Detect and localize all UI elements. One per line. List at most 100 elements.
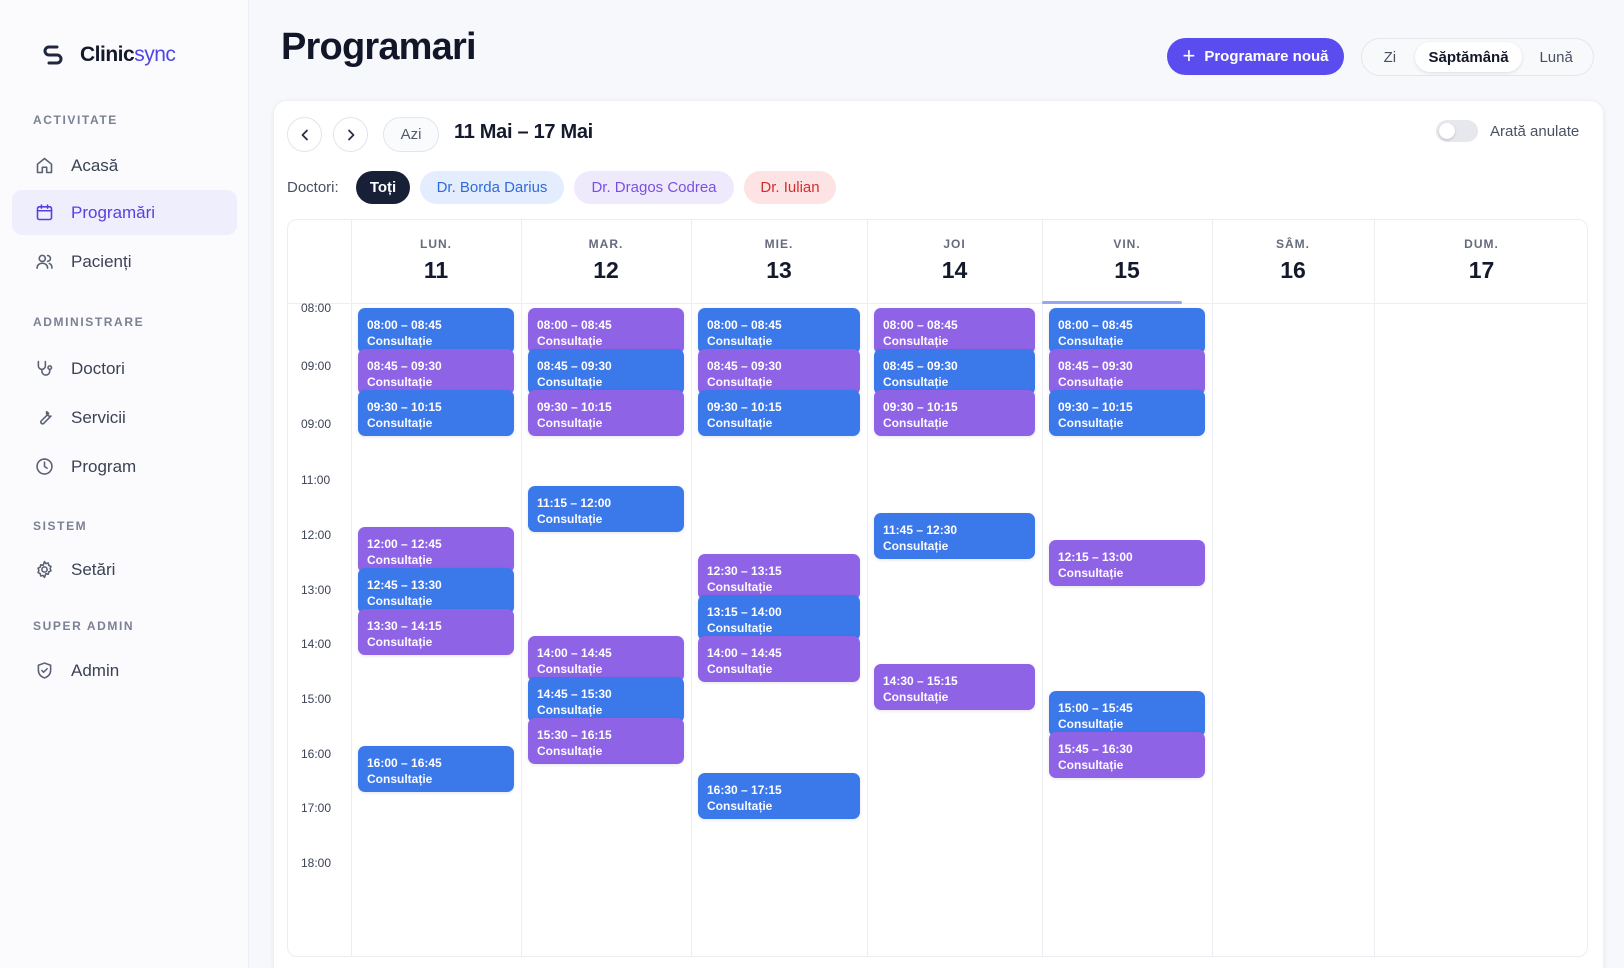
appointment-event[interactable]: 09:30 – 10:15 Consultație bbox=[358, 390, 514, 437]
sidebar-item-doctori[interactable]: Doctori bbox=[12, 346, 237, 391]
show-cancelled-toggle[interactable] bbox=[1436, 120, 1478, 142]
time-slot-label: 18:00 bbox=[301, 856, 332, 870]
appointment-event[interactable]: 13:15 – 14:00 Consultație bbox=[698, 595, 860, 642]
appointment-event[interactable]: 15:45 – 16:30 Consultație bbox=[1049, 731, 1205, 778]
day-header[interactable]: LUN. 11 bbox=[351, 220, 521, 303]
appointment-event[interactable]: 14:30 – 15:15 Consultație bbox=[874, 663, 1035, 710]
day-date: 16 bbox=[1280, 257, 1306, 283]
week-calendar-grid: LUN. 11 MAR. 12 MIE. 13 JOI 14 VIN. 15 SÂM. 16 DUM. 1… bbox=[287, 219, 1588, 957]
appointment-event[interactable]: 15:00 – 15:45 Consultație bbox=[1049, 690, 1205, 737]
event-service: Consultație bbox=[1058, 416, 1124, 431]
next-week-button[interactable] bbox=[333, 117, 368, 152]
event-service: Consultație bbox=[367, 771, 433, 786]
appointment-event[interactable]: 08:45 – 09:30 Consultație bbox=[358, 349, 514, 396]
day-header[interactable]: MAR. 12 bbox=[521, 220, 691, 303]
home-icon bbox=[36, 157, 53, 174]
event-service: Consultație bbox=[707, 334, 773, 348]
appointment-event[interactable]: 15:30 – 16:15 Consultație bbox=[528, 718, 684, 765]
appointment-event[interactable]: 12:15 – 13:00 Consultație bbox=[1049, 540, 1205, 587]
sidebar-item-admin[interactable]: Admin bbox=[12, 648, 237, 693]
appointment-event[interactable]: 08:45 – 09:30 Consultație bbox=[874, 349, 1035, 396]
appointment-event[interactable]: 08:00 – 08:45 Consultație bbox=[874, 308, 1035, 354]
event-time: 15:00 – 15:45 bbox=[1058, 700, 1133, 715]
new-appointment-button[interactable]: + Programare nouă bbox=[1167, 38, 1344, 75]
chip-label: Dr. Iulian bbox=[760, 179, 820, 196]
sidebar-item-servicii[interactable]: Servicii bbox=[12, 395, 237, 440]
appointment-event[interactable]: 11:45 – 12:30 Consultație bbox=[874, 513, 1035, 560]
event-time: 12:15 – 13:00 bbox=[1058, 550, 1133, 565]
appointment-event[interactable]: 14:45 – 15:30 Consultație bbox=[528, 677, 684, 724]
event-time: 11:15 – 12:00 bbox=[537, 495, 612, 510]
chip-label: Dr. Borda Darius bbox=[436, 179, 548, 196]
event-time: 08:45 – 09:30 bbox=[367, 359, 442, 374]
event-time: 08:00 – 08:45 bbox=[707, 318, 782, 332]
appointment-event[interactable]: 12:45 – 13:30 Consultație bbox=[358, 567, 514, 614]
appointment-event[interactable]: 14:00 – 14:45 Consultație bbox=[698, 636, 860, 683]
doctor-chip-all[interactable]: Toți bbox=[356, 171, 410, 204]
event-time: 08:45 – 09:30 bbox=[537, 359, 612, 374]
day-header[interactable]: VIN. 15 bbox=[1042, 220, 1212, 303]
appointment-event[interactable]: 12:00 – 12:45 Consultație bbox=[358, 526, 514, 573]
appointment-event[interactable]: 09:30 – 10:15 Consultație bbox=[1049, 390, 1205, 437]
day-name: SÂM. bbox=[1276, 237, 1310, 251]
sidebar-item-pacienti[interactable]: Pacienți bbox=[12, 239, 237, 284]
event-time: 13:30 – 14:15 bbox=[367, 618, 442, 633]
event-time: 09:30 – 10:15 bbox=[367, 400, 442, 415]
sidebar-item-programari[interactable]: Programări bbox=[12, 190, 237, 235]
event-service: Consultație bbox=[537, 416, 603, 431]
appointment-event[interactable]: 08:45 – 09:30 Consultație bbox=[698, 349, 860, 396]
day-header[interactable]: MIE. 13 bbox=[691, 220, 867, 303]
prev-week-button[interactable] bbox=[287, 117, 322, 152]
sidebar-item-acasa[interactable]: Acasă bbox=[12, 143, 237, 188]
show-cancelled-label: Arată anulate bbox=[1490, 122, 1580, 140]
appointment-event[interactable]: 08:00 – 08:45 Consultație bbox=[358, 308, 514, 354]
appointment-event[interactable]: 09:30 – 10:15 Consultație bbox=[528, 390, 684, 437]
appointment-event[interactable]: 14:00 – 14:45 Consultație bbox=[528, 636, 684, 683]
view-option-day[interactable]: Zi bbox=[1365, 42, 1415, 72]
appointment-event[interactable]: 16:30 – 17:15 Consultație bbox=[698, 772, 860, 819]
event-service: Consultație bbox=[537, 511, 603, 526]
day-header[interactable]: JOI 14 bbox=[867, 220, 1042, 303]
appointment-event[interactable]: 09:30 – 10:15 Consultație bbox=[698, 390, 860, 437]
clock-icon bbox=[36, 458, 53, 475]
brand-logo[interactable]: Clinicsync bbox=[40, 42, 176, 68]
appointment-event[interactable]: 16:00 – 16:45 Consultație bbox=[358, 745, 514, 792]
event-time: 16:30 – 17:15 bbox=[707, 782, 782, 797]
time-slot-label: 09:00 bbox=[301, 358, 332, 373]
event-service: Consultație bbox=[367, 634, 433, 649]
event-time: 09:30 – 10:15 bbox=[707, 400, 782, 415]
appointment-event[interactable]: 12:30 – 13:15 Consultație bbox=[698, 554, 860, 601]
doctor-chip-borda-darius[interactable]: Dr. Borda Darius bbox=[420, 171, 564, 204]
view-switch: Zi Săptămână Lună bbox=[1361, 38, 1594, 76]
doctors-filter-label: Doctori: bbox=[287, 179, 339, 196]
event-service: Consultație bbox=[537, 662, 603, 677]
section-activitate: ACTIVITATE bbox=[33, 113, 118, 127]
appointment-event[interactable]: 08:45 – 09:30 Consultație bbox=[528, 349, 684, 396]
event-service: Consultație bbox=[883, 689, 949, 704]
appointment-event[interactable]: 08:00 – 08:45 Consultație bbox=[1049, 308, 1205, 354]
sidebar-item-setari[interactable]: Setări bbox=[12, 547, 237, 592]
event-service: Consultație bbox=[367, 416, 433, 431]
appointment-event[interactable]: 13:30 – 14:15 Consultație bbox=[358, 608, 514, 655]
today-button[interactable]: Azi bbox=[383, 117, 439, 152]
doctor-chip-dragos-codrea[interactable]: Dr. Dragos Codrea bbox=[574, 171, 734, 204]
sidebar-item-program[interactable]: Program bbox=[12, 444, 237, 489]
appointment-event[interactable]: 08:00 – 08:45 Consultație bbox=[528, 308, 684, 354]
show-cancelled-control: Arată anulate bbox=[1436, 120, 1579, 142]
users-icon bbox=[36, 254, 53, 269]
appointment-event[interactable]: 11:15 – 12:00 Consultație bbox=[528, 485, 684, 532]
view-option-week[interactable]: Săptămână bbox=[1414, 42, 1523, 72]
new-appointment-label: Programare nouă bbox=[1204, 48, 1329, 65]
appointment-event[interactable]: 08:00 – 08:45 Consultație bbox=[698, 308, 860, 354]
view-option-month[interactable]: Lună bbox=[1522, 42, 1590, 72]
event-time: 13:15 – 14:00 bbox=[707, 605, 782, 620]
appointment-event[interactable]: 08:45 – 09:30 Consultație bbox=[1049, 349, 1205, 396]
day-header[interactable]: DUM. 17 bbox=[1374, 220, 1587, 303]
day-name: DUM. bbox=[1464, 237, 1499, 251]
day-header[interactable]: SÂM. 16 bbox=[1212, 220, 1374, 303]
event-service: Consultație bbox=[1058, 375, 1124, 390]
time-slot-label: 15:00 bbox=[301, 691, 332, 706]
appointment-event[interactable]: 09:30 – 10:15 Consultație bbox=[874, 390, 1035, 437]
doctor-chip-iulian[interactable]: Dr. Iulian bbox=[744, 171, 836, 204]
time-slot-label: 14:00 bbox=[301, 637, 332, 652]
